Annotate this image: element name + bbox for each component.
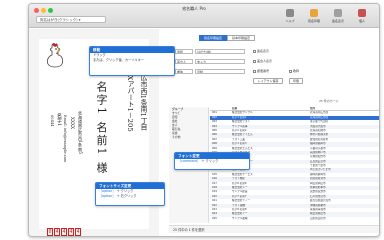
tree-item[interactable]: その他 [169,135,208,139]
window-title: 宛名職人 Pro [182,6,206,11]
table-cell: サンプル運輸 [232,216,248,220]
sender-label: 差出人 [175,59,193,64]
zip-digit: 4 [54,228,60,236]
move-tooltip: 移動 ドラッグ または、クリック後、カーソルキー [89,46,175,76]
font-size-tooltip: フォントサイズ変更 ［option］ ＋ クリック ［option］ ＋ 右クリ… [95,182,165,206]
help-icon [286,9,294,17]
person-icon [358,9,366,17]
paper-label: 用紙 [175,49,193,54]
joint-name-button[interactable]: 連名表示 [329,9,347,25]
status-bar: 25 件中の 1 件を選択 [169,225,379,233]
sender-name[interactable]: 名字1 [56,113,63,126]
font-select[interactable]: 自動 [195,69,245,74]
sender-zip[interactable]: 00444 [50,115,54,126]
zoom-icon[interactable] [48,8,53,13]
table-row[interactable]: 025 サンプル運輸 山形県山形市 [210,216,379,221]
tab-address-print[interactable]: 宛名印刷設定 [199,35,227,41]
settings-pane: 宛名印刷設定 基本印刷設定 用紙 はがき(縦) 差出人 未入力 書体 自動 連名… [169,29,379,236]
sender-address-1[interactable]: 北海道帯広市西1条南5 [77,111,83,154]
zip-checkbox[interactable]: 郵便番号 [253,69,269,73]
sender-address-2[interactable]: XXXX [70,117,75,129]
people-icon [334,9,342,17]
paper-select[interactable]: はがき(縦) [195,49,245,54]
card-count: 25 件のカード [319,99,339,103]
person-button[interactable]: 個人 [353,9,371,25]
print-toolbar-button[interactable]: 宛名印刷 [305,9,323,25]
close-icon[interactable] [34,8,39,13]
table-cell: 025 [212,216,217,220]
template-popup[interactable]: 宛名はがき(クラシック) ▾ [36,16,106,23]
zip-digit: 0 [47,228,53,236]
tab-basic-print[interactable]: 基本印刷設定 [227,35,255,41]
sender-select[interactable]: 未入力 [195,59,245,64]
print-button[interactable]: 印刷 [289,78,303,84]
printer-icon [310,9,318,17]
joint-name-checkbox[interactable]: 連名表示 [253,49,269,53]
font-change-tooltip: フォント変更 ［command］ ＋ クリック [174,152,250,170]
title-bar: 宛名職人 Pro 宛名はがき(クラシック) ▾ ヘルプ 宛名印刷 連名表示 個人 [29,4,379,28]
sender-email[interactable]: Email: info@example.com [63,115,67,162]
recipient-name[interactable]: 名字1 名前1 様 [93,81,109,175]
honorific-checkbox[interactable]: 敬称 [289,69,299,73]
zip-digit: 4 [61,228,67,236]
save-layout-button[interactable]: レイアウト保存 [253,78,283,84]
zip-digit: 4 [68,228,74,236]
app-window: 宛名職人 Pro 宛名はがき(クラシック) ▾ ヘルプ 宛名印刷 連名表示 個人 [28,3,380,237]
zip-digit: 4 [75,228,81,236]
sender-checkbox[interactable]: 差出人表示 [253,59,272,63]
table-cell: 山形県山形市 [310,216,326,220]
minimize-icon[interactable] [41,8,46,13]
help-button[interactable]: ヘルプ [281,9,299,25]
rooster-stamp-icon [46,43,64,68]
font-label: 書体 [175,69,193,74]
